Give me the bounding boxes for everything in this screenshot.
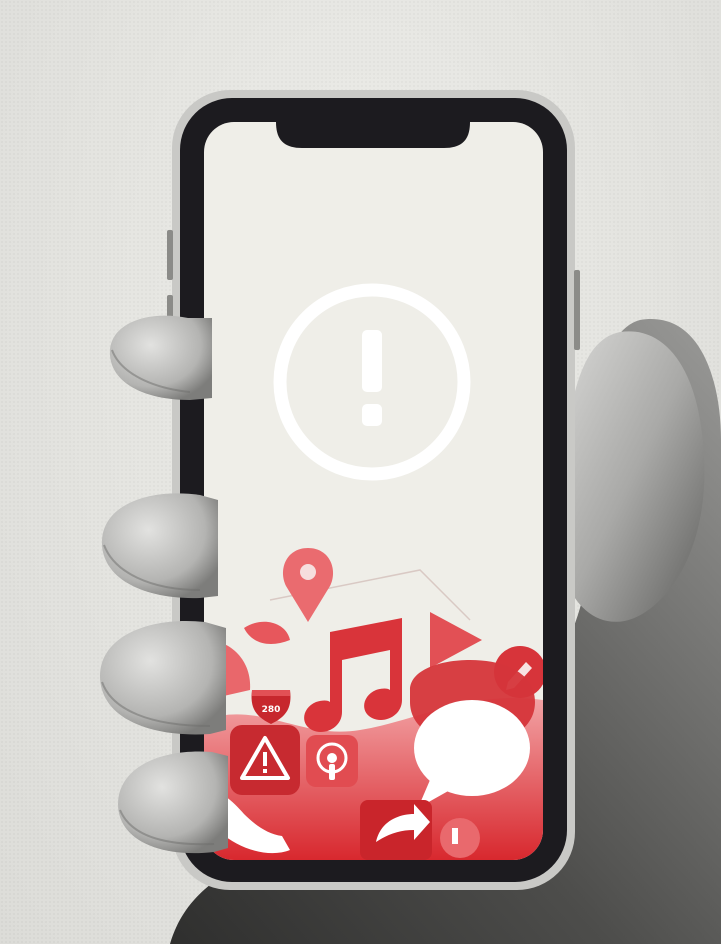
podcast-icon <box>306 735 358 787</box>
notch <box>276 122 470 148</box>
middle-finger <box>101 493 218 599</box>
highway-shield-number: 280 <box>262 705 281 715</box>
illustration: 280 <box>0 0 721 944</box>
scene: 280 <box>100 90 721 944</box>
share-arrow-icon <box>360 800 432 860</box>
phone: 280 <box>167 90 580 890</box>
warning-triangle-icon <box>230 725 300 795</box>
fingers <box>100 315 228 854</box>
little-finger <box>118 751 228 854</box>
volume-up-button <box>167 230 173 280</box>
power-button <box>574 270 580 350</box>
ring-finger <box>100 620 226 735</box>
